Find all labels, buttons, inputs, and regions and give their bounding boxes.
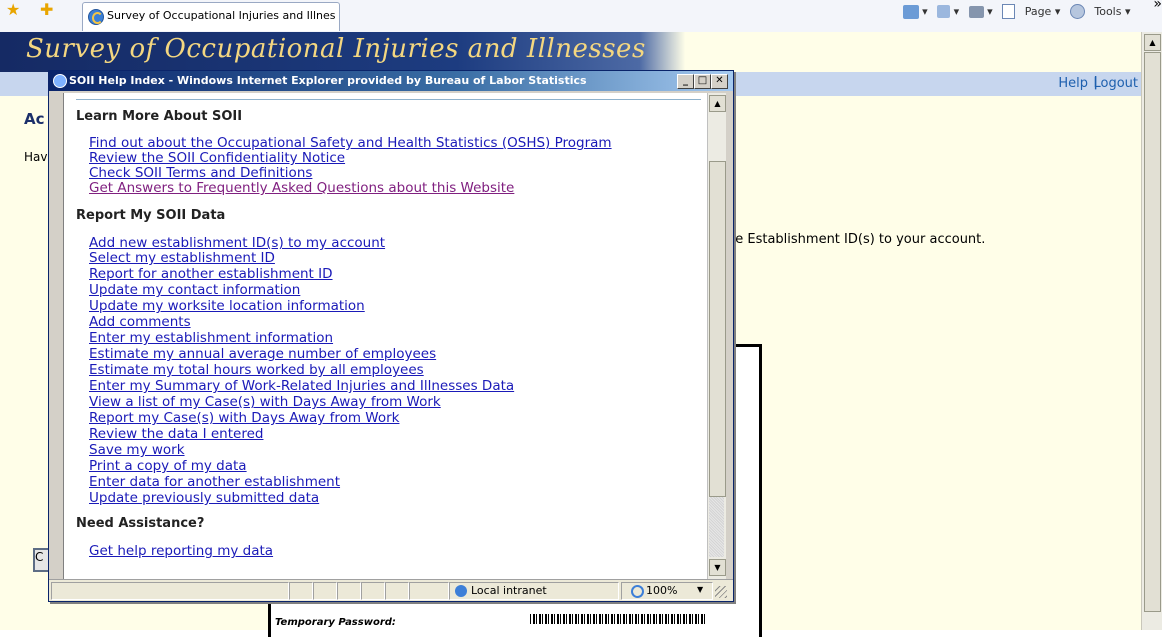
link-oshs-program[interactable]: Find out about the Occupational Safety a… [89,136,612,151]
link-enter-establishment-info[interactable]: Enter my establishment information [89,331,333,346]
page-button-label: C [35,550,44,564]
status-cell [289,582,313,600]
security-zone-label: Local intranet [471,584,547,597]
link-faq[interactable]: Get Answers to Frequently Asked Question… [89,181,514,196]
status-cell [385,582,409,600]
link-enter-another-establishment[interactable]: Enter data for another establishment [89,475,340,490]
page-menu-label: Page [1024,4,1052,18]
site-banner: Survey of Occupational Injuries and Illn… [0,32,1142,72]
status-text-cell [51,582,289,600]
scroll-down-arrow-icon[interactable]: ▼ [709,559,726,576]
link-confidentiality-notice[interactable]: Review the SOII Confidentiality Notice [89,151,345,166]
scrollbar-track[interactable] [709,497,724,557]
logout-link[interactable]: Logout [1093,76,1138,91]
resize-grip-icon[interactable] [715,586,727,598]
tools-menu-label: Tools [1094,4,1122,18]
tab-title: Survey of Occupational Injuries and Illn… [107,9,335,22]
command-buttons: ▾ ▾ ▾ Page ▾ Tools ▾ [897,4,1154,19]
home-icon [902,4,919,19]
scrollbar-thumb[interactable] [1144,52,1161,612]
page-menu-button[interactable]: Page ▾ [1002,4,1060,19]
popup-scrollbar[interactable]: ▲ ▼ [707,93,726,579]
temporary-password-label: Temporary Password: [275,617,396,628]
link-print-copy[interactable]: Print a copy of my data [89,459,247,474]
toolbar-overflow-chevron[interactable]: » [1153,0,1162,12]
window-titlebar[interactable]: SOII Help Index - Windows Internet Explo… [49,71,733,91]
link-report-another-id[interactable]: Report for another establishment ID [89,267,333,282]
scroll-up-arrow-icon[interactable]: ▲ [709,95,726,112]
link-estimate-employees[interactable]: Estimate my annual average number of emp… [89,347,436,362]
section-title-report-data: Report My SOII Data [76,208,226,223]
security-zone[interactable]: Local intranet [455,584,547,597]
ie-page-icon [88,9,104,25]
scroll-up-arrow-icon[interactable]: ▲ [1144,34,1161,51]
zoom-magnifier-icon [631,584,644,598]
link-add-establishment-id[interactable]: Add new establishment ID(s) to my accoun… [89,236,385,251]
add-favorites-icon[interactable]: ✚ [40,0,53,20]
tools-menu-button[interactable]: Tools ▾ [1069,4,1131,19]
site-title: Survey of Occupational Injuries and Illn… [26,34,646,64]
feed-icon [937,5,951,18]
status-cell [361,582,385,600]
help-index-content: Learn More About SOII Find out about the… [63,93,708,579]
link-select-establishment-id[interactable]: Select my establishment ID [89,251,275,266]
link-terms-definitions[interactable]: Check SOII Terms and Definitions [89,166,312,181]
page-instruction-text: he Establishment ID(s) to your account. [727,232,986,247]
close-button[interactable]: ✕ [711,74,728,89]
help-index-window: SOII Help Index - Windows Internet Explo… [48,70,734,602]
window-title: SOII Help Index - Windows Internet Explo… [69,74,587,87]
link-add-comments[interactable]: Add comments [89,315,191,330]
browser-command-bar: ★ ✚ Survey of Occupational Injuries and … [0,0,1162,33]
globe-icon [455,585,467,597]
link-review-data[interactable]: Review the data I entered [89,427,263,442]
zoom-dropdown-chevron-icon[interactable]: ▼ [697,585,703,594]
link-report-cases[interactable]: Report my Case(s) with Days Away from Wo… [89,411,399,426]
link-update-worksite[interactable]: Update my worksite location information [89,299,365,314]
link-estimate-hours[interactable]: Estimate my total hours worked by all em… [89,363,424,378]
favorites-star-icon[interactable]: ★ [6,0,20,20]
ie-logo-icon [53,74,67,88]
link-enter-summary[interactable]: Enter my Summary of Work-Related Injurie… [89,379,514,394]
page-intro-text: Hav [24,150,48,164]
page-heading: Ac [24,110,45,128]
zoom-level-label: 100% [646,584,678,597]
link-view-cases[interactable]: View a list of my Case(s) with Days Away… [89,395,441,410]
status-cell [337,582,361,600]
zoom-level-button[interactable]: 100% [631,584,677,598]
top-divider [76,99,701,100]
browser-tab[interactable]: Survey of Occupational Injuries and Illn… [82,2,340,31]
maximize-button[interactable]: □ [694,74,711,89]
status-cell [313,582,337,600]
page-icon [1002,4,1016,19]
print-icon [968,5,984,18]
help-link[interactable]: Help [1058,76,1088,91]
home-button[interactable]: ▾ [902,4,928,19]
minimize-button[interactable]: _ [677,74,694,89]
gear-icon [1069,4,1085,19]
section-title-need-assistance: Need Assistance? [76,516,205,531]
status-bar: Local intranet 100% ▼ [49,579,733,601]
link-save-work[interactable]: Save my work [89,443,185,458]
main-scrollbar[interactable]: ▲ [1141,32,1162,630]
print-button[interactable]: ▾ [968,5,993,18]
feeds-button[interactable]: ▾ [937,5,959,18]
link-update-contact[interactable]: Update my contact information [89,283,300,298]
scrollbar-thumb[interactable] [709,161,726,497]
link-get-help[interactable]: Get help reporting my data [89,544,273,559]
status-cell [409,582,449,600]
link-update-submitted[interactable]: Update previously submitted data [89,491,319,506]
barcode-image [530,614,706,624]
section-title-learn-more: Learn More About SOII [76,109,243,124]
